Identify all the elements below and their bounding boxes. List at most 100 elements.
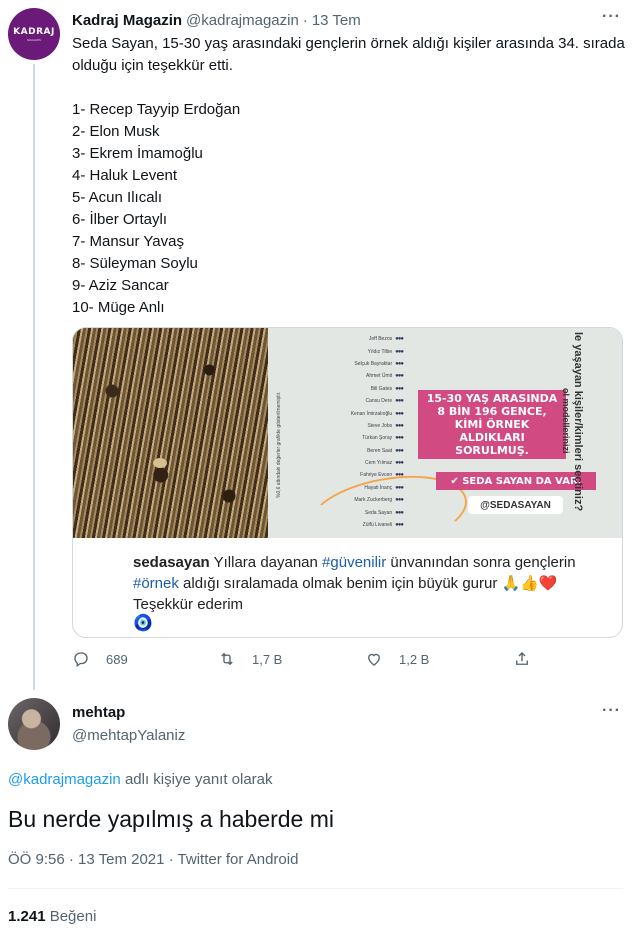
caption-text: ünvanından sonra gençlerin xyxy=(386,554,576,571)
tweet-time[interactable]: 13 Tem xyxy=(312,12,361,29)
survey-name-row: Yıldız Tilbe ●●● xyxy=(313,345,404,357)
survey-name-row: Cansu Dere ●●● xyxy=(313,395,404,407)
survey-name-row: Ahmet Ümit ●●● xyxy=(313,370,404,382)
list-item: 2- Elon Musk xyxy=(72,123,160,140)
caption-username: sedasayan xyxy=(133,554,210,571)
header-separator: · xyxy=(302,11,308,29)
caption-hashtag: #güvenilir xyxy=(322,554,387,571)
reply-text: Bu nerde yapılmış a haberde mi xyxy=(8,806,335,832)
survey-name-row: Bill Gates ●●● xyxy=(313,383,404,395)
survey-dots: ●●● xyxy=(395,385,404,392)
list-item: 8- Süleyman Soylu xyxy=(72,255,198,272)
author-handle[interactable]: @kadrajmagazin xyxy=(186,12,299,29)
caption-hashtag: #örnek xyxy=(133,575,179,592)
thread-line xyxy=(33,64,35,690)
survey-dots: ●●● xyxy=(395,373,404,380)
survey-name: Cem Yılmaz xyxy=(364,460,393,467)
reply-to-mention[interactable]: @kadrajmagazin xyxy=(8,771,121,788)
survey-name: Ahmet Ümit xyxy=(366,373,393,380)
tweet-intro: Seda Sayan, 15-30 yaş arasındaki gençler… xyxy=(72,35,625,74)
list-item: 4- Haluk Levent xyxy=(72,167,178,184)
list-item: 9- Aziz Sancar xyxy=(72,277,169,294)
divider xyxy=(8,888,623,889)
ranking-list: 1- Recep Tayyip Erdoğan 2- Elon Musk 3- … xyxy=(72,99,627,319)
reply-source[interactable]: Twitter for Android xyxy=(178,851,299,868)
share-button[interactable] xyxy=(513,650,547,668)
survey-dots: ●●● xyxy=(395,410,404,417)
survey-name: Steve Jobs xyxy=(367,422,393,429)
survey-name-row: Türkan Şoray ●●● xyxy=(313,432,404,444)
tweet-text: Seda Sayan, 15-30 yaş arasındaki gençler… xyxy=(72,33,627,319)
survey-name-row: Kenan İmirzalıoğlu ●●● xyxy=(313,407,404,419)
tweet-header: Kadraj Magazin @kadrajmagazin · 13 Tem xyxy=(72,10,361,30)
retweet-count: 1,7 B xyxy=(252,651,283,667)
evil-eye-emoji: 🧿 xyxy=(133,615,153,632)
survey-dots: ●●● xyxy=(395,447,404,454)
reply-count: 689 xyxy=(106,651,128,667)
survey-dots: ●●● xyxy=(395,422,404,429)
list-item: 7- Mansur Yavaş xyxy=(72,233,184,250)
like-button[interactable]: 1,2 B xyxy=(365,650,429,668)
caption-text: Teşekkür ederim xyxy=(133,596,244,613)
heart-icon xyxy=(368,653,380,666)
list-item: 5- Acun Ilıcalı xyxy=(72,189,163,206)
parent-tweet[interactable]: KADRAJ MAGAZIN Kadraj Magazin @kadrajmag… xyxy=(0,0,635,690)
survey-name: Yıldız Tilbe xyxy=(367,348,393,355)
reply-more-icon[interactable]: ··· xyxy=(602,702,621,720)
survey-name-row: Beren Saat ●●● xyxy=(313,445,404,457)
tweet-actions: 689 1,7 B 1,2 B xyxy=(72,650,542,672)
media-caption: sedasayan Yıllara dayanan #güvenilir ünv… xyxy=(133,552,603,615)
tweet-media[interactable]: %0,6 altındaki değerler grafikte gösteri… xyxy=(72,327,623,638)
author-name[interactable]: Kadraj Magazin xyxy=(72,12,182,29)
reply-button[interactable]: 689 xyxy=(72,650,128,668)
meta-separator: · xyxy=(164,851,178,868)
like-count: 1,2 B xyxy=(399,651,430,667)
survey-dots: ●●● xyxy=(395,348,404,355)
survey-dots: ●●● xyxy=(395,398,404,405)
survey-dots: ●●● xyxy=(395,460,404,467)
share-icon xyxy=(516,652,528,665)
survey-name-row: Steve Jobs ●●● xyxy=(313,420,404,432)
author-avatar[interactable]: KADRAJ MAGAZIN xyxy=(8,8,60,60)
reply-author-name[interactable]: mehtap xyxy=(72,704,125,721)
survey-name: Bill Gates xyxy=(370,385,393,392)
survey-question: le yaşayan kişiler/kimleri seçtiniz? xyxy=(572,332,584,512)
survey-name: Kenan İmirzalıoğlu xyxy=(350,410,393,417)
survey-name: Türkan Şoray xyxy=(362,435,393,442)
survey-question-2: ol modellerinizi xyxy=(561,388,571,454)
survey-name-row: Selçuk Bayraktar ●●● xyxy=(313,358,404,370)
survey-name-row: Cem Yılmaz ●●● xyxy=(313,457,404,469)
fur-photo xyxy=(73,328,268,538)
reply-author-avatar[interactable] xyxy=(8,698,60,750)
list-item: 10- Müge Anlı xyxy=(72,299,165,316)
reply-meta: ÖÖ 9:56 · 13 Tem 2021 · Twitter for Andr… xyxy=(8,851,298,868)
reply-author-handle[interactable]: @mehtapYalaniz xyxy=(72,727,185,744)
more-icon[interactable]: ··· xyxy=(602,8,621,26)
reply-likes[interactable]: 1.241 Beğeni xyxy=(8,908,96,925)
survey-info-box: 15-30 YAŞ ARASINDA 8 BİN 196 GENCE, KİMİ… xyxy=(418,390,566,459)
reply-context: @kadrajmagazin adlı kişiye yanıt olarak xyxy=(8,771,273,788)
survey-dots: ●●● xyxy=(395,435,404,442)
survey-name-row: Jeff Bezos ●●● xyxy=(313,333,404,345)
survey-list-photo: %0,6 altındaki değerler grafikte gösteri… xyxy=(268,328,622,562)
survey-dots: ●●● xyxy=(395,360,404,367)
avatar-logo-text: KADRAJ xyxy=(13,26,55,37)
reply-like-count: 1.241 xyxy=(8,908,46,925)
caption-text: Yıllara dayanan xyxy=(209,554,323,571)
media-image: %0,6 altındaki değerler grafikte gösteri… xyxy=(73,328,622,562)
caption-text: aldığı sıralamada olmak benim için büyük… xyxy=(178,575,502,592)
list-item: 3- Ekrem İmamoğlu xyxy=(72,145,203,162)
survey-name: Beren Saat xyxy=(367,447,393,454)
survey-name: Jeff Bezos xyxy=(368,336,393,343)
retweet-button[interactable]: 1,7 B xyxy=(218,650,282,668)
retweet-icon xyxy=(221,653,233,665)
avatar-logo-subtext: MAGAZIN xyxy=(27,37,41,42)
seda-handle-tag: @SEDASAYAN xyxy=(468,496,563,514)
list-item: 6- İlber Ortaylı xyxy=(72,211,168,228)
survey-name: Cansu Dere xyxy=(365,398,393,405)
survey-footnote: %0,6 altındaki değerler grafikte gösteri… xyxy=(276,391,282,498)
reply-timestamp[interactable]: ÖÖ 9:56 · 13 Tem 2021 xyxy=(8,851,164,869)
survey-name: Selçuk Bayraktar xyxy=(354,360,393,367)
caption-emojis: 🙏👍❤️ xyxy=(501,575,558,592)
reply-like-label: Beğeni xyxy=(45,908,97,925)
